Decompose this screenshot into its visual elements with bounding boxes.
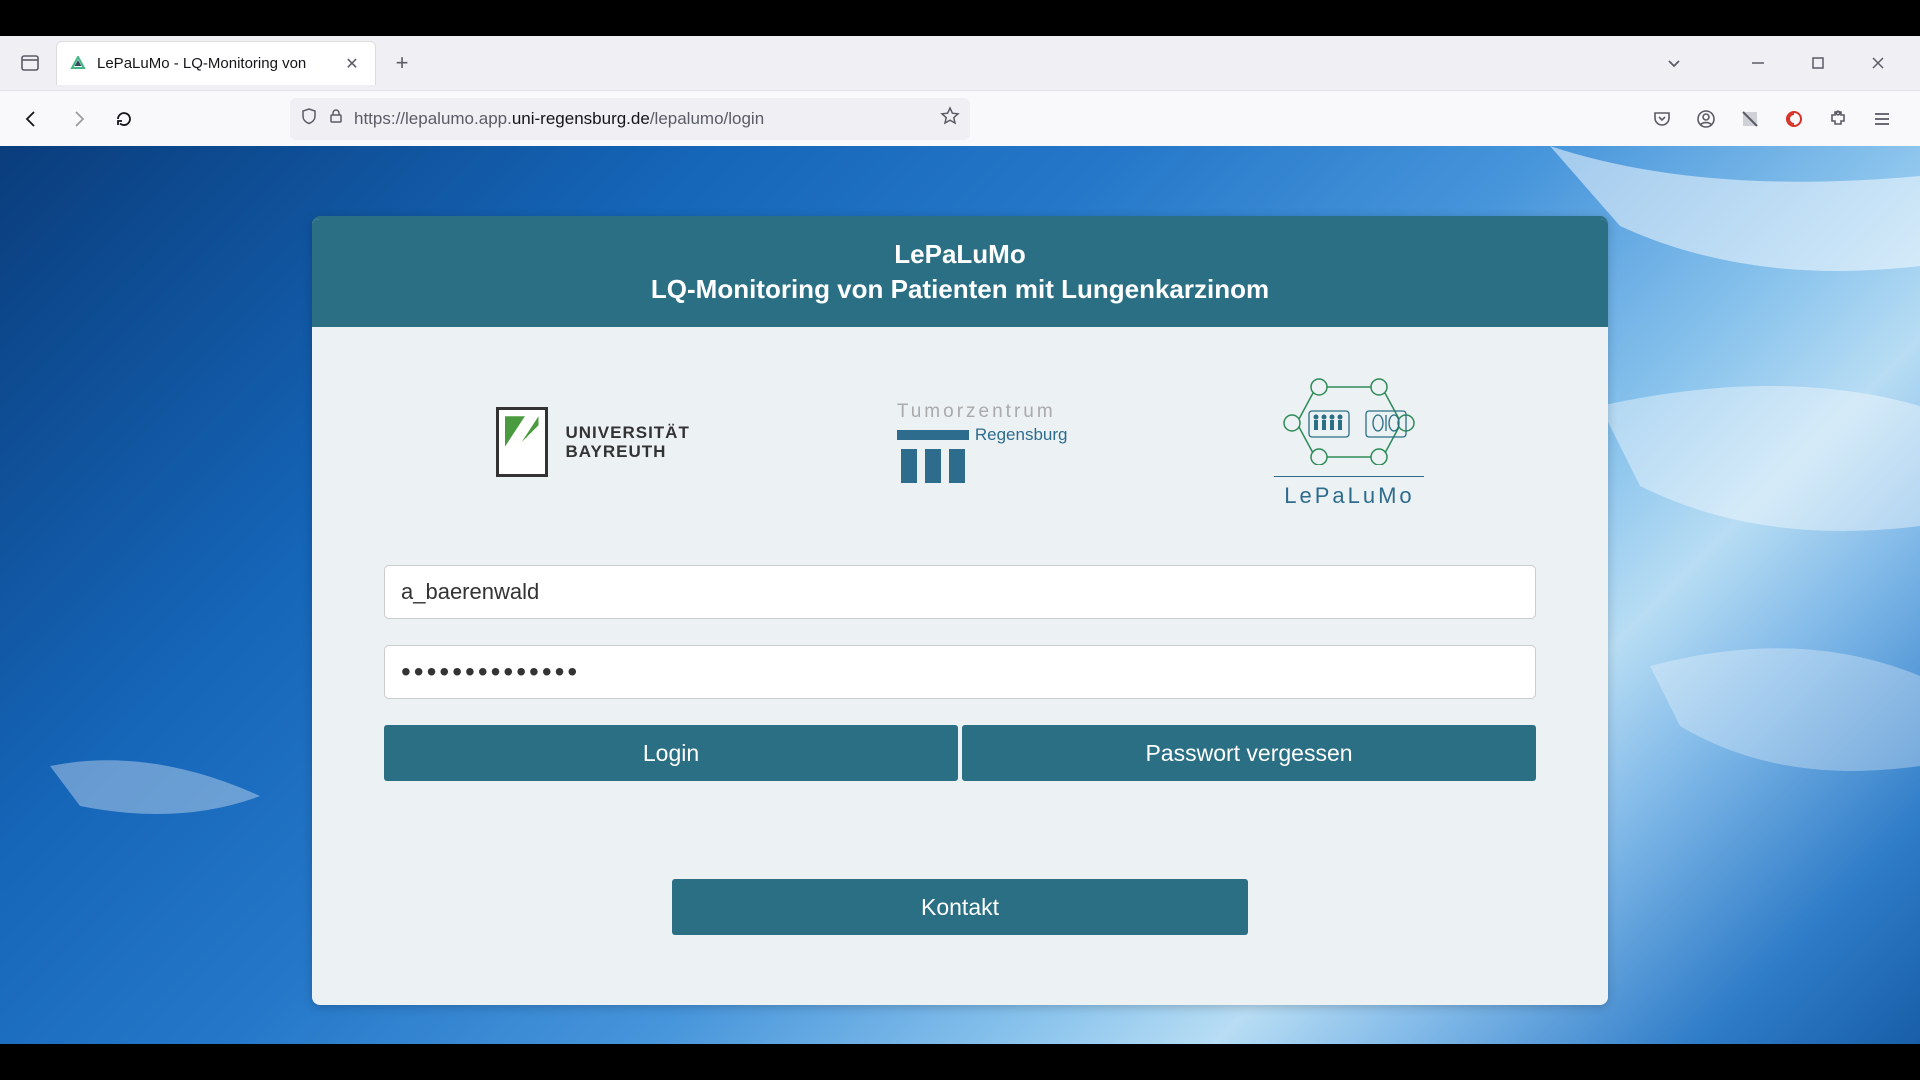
- login-card: LePaLuMo LQ-Monitoring von Patienten mit…: [312, 216, 1608, 1005]
- close-window-button[interactable]: [1860, 45, 1896, 81]
- uni-bayreuth-label-1: UNIVERSITÄT: [566, 423, 690, 442]
- app-menu-button[interactable]: [1862, 99, 1902, 139]
- window-controls: [1740, 45, 1908, 81]
- letterbox-top: [0, 0, 1920, 36]
- recent-history-button[interactable]: [12, 45, 48, 81]
- extensions-button[interactable]: [1818, 99, 1858, 139]
- url-bar[interactable]: https://lepalumo.app.uni-regensburg.de/l…: [290, 98, 970, 140]
- maximize-button[interactable]: [1800, 45, 1836, 81]
- tumorzentrum-title: Tumorzentrum: [897, 401, 1068, 423]
- extension-icon-2[interactable]: [1774, 99, 1814, 139]
- account-icon[interactable]: [1686, 99, 1726, 139]
- tab-bar-left: LePaLuMo - LQ-Monitoring von ✕ +: [12, 41, 420, 85]
- uni-bayreuth-icon: [496, 407, 548, 477]
- logo-uni-bayreuth: UNIVERSITÄT BAYREUTH: [496, 407, 690, 477]
- shield-icon[interactable]: [300, 107, 318, 130]
- toolbar-right: [1642, 99, 1908, 139]
- tab-title: LePaLuMo - LQ-Monitoring von: [97, 55, 331, 72]
- navigation-bar: https://lepalumo.app.uni-regensburg.de/l…: [0, 90, 1920, 146]
- url-path: /lepalumo/login: [650, 109, 764, 128]
- tumorzentrum-city: Regensburg: [975, 425, 1068, 445]
- logos-row: UNIVERSITÄT BAYREUTH Tumorzentrum Regens…: [312, 327, 1608, 565]
- bookmark-star-icon[interactable]: [940, 106, 960, 131]
- uni-bayreuth-label-2: BAYREUTH: [566, 442, 667, 461]
- login-button[interactable]: Login: [384, 725, 958, 781]
- tab-bar: LePaLuMo - LQ-Monitoring von ✕ +: [0, 36, 1920, 90]
- letterbox-bottom: [0, 1044, 1920, 1080]
- header-title-line1: LePaLuMo: [894, 239, 1025, 269]
- logo-lepalumo: LePaLuMo: [1274, 375, 1424, 509]
- minimize-button[interactable]: [1740, 45, 1776, 81]
- forgot-password-button[interactable]: Passwort vergessen: [962, 725, 1536, 781]
- login-form: Login Passwort vergessen Kontakt: [312, 565, 1608, 1005]
- contact-button[interactable]: Kontakt: [672, 879, 1248, 935]
- tumorzentrum-bar: [897, 430, 969, 440]
- logo-tumorzentrum: Tumorzentrum Regensburg: [897, 401, 1068, 483]
- username-input[interactable]: [384, 565, 1536, 619]
- back-button[interactable]: [12, 99, 52, 139]
- card-header: LePaLuMo LQ-Monitoring von Patienten mit…: [312, 219, 1608, 327]
- lock-icon[interactable]: [328, 108, 344, 129]
- favicon-icon: [69, 55, 87, 73]
- reload-button[interactable]: [104, 99, 144, 139]
- page-viewport: LePaLuMo LQ-Monitoring von Patienten mit…: [0, 146, 1920, 1044]
- lepalumo-network-icon: [1274, 375, 1424, 465]
- new-tab-button[interactable]: +: [384, 45, 420, 81]
- password-input[interactable]: [384, 645, 1536, 699]
- list-tabs-button[interactable]: [1656, 45, 1692, 81]
- tumorzentrum-pillars-icon: [901, 449, 1068, 483]
- browser-window: LePaLuMo - LQ-Monitoring von ✕ +: [0, 36, 1920, 1044]
- url-domain: uni-regensburg.de: [512, 109, 650, 128]
- pocket-icon[interactable]: [1642, 99, 1682, 139]
- tab-close-button[interactable]: ✕: [341, 53, 363, 75]
- lepalumo-label: LePaLuMo: [1274, 476, 1424, 509]
- browser-tab-active[interactable]: LePaLuMo - LQ-Monitoring von ✕: [56, 41, 376, 85]
- url-prefix: https://lepalumo.app.: [354, 109, 512, 128]
- extension-icon-1[interactable]: [1730, 99, 1770, 139]
- url-text: https://lepalumo.app.uni-regensburg.de/l…: [354, 109, 930, 129]
- header-title-line2: LQ-Monitoring von Patienten mit Lungenka…: [651, 274, 1269, 304]
- forward-button[interactable]: [58, 99, 98, 139]
